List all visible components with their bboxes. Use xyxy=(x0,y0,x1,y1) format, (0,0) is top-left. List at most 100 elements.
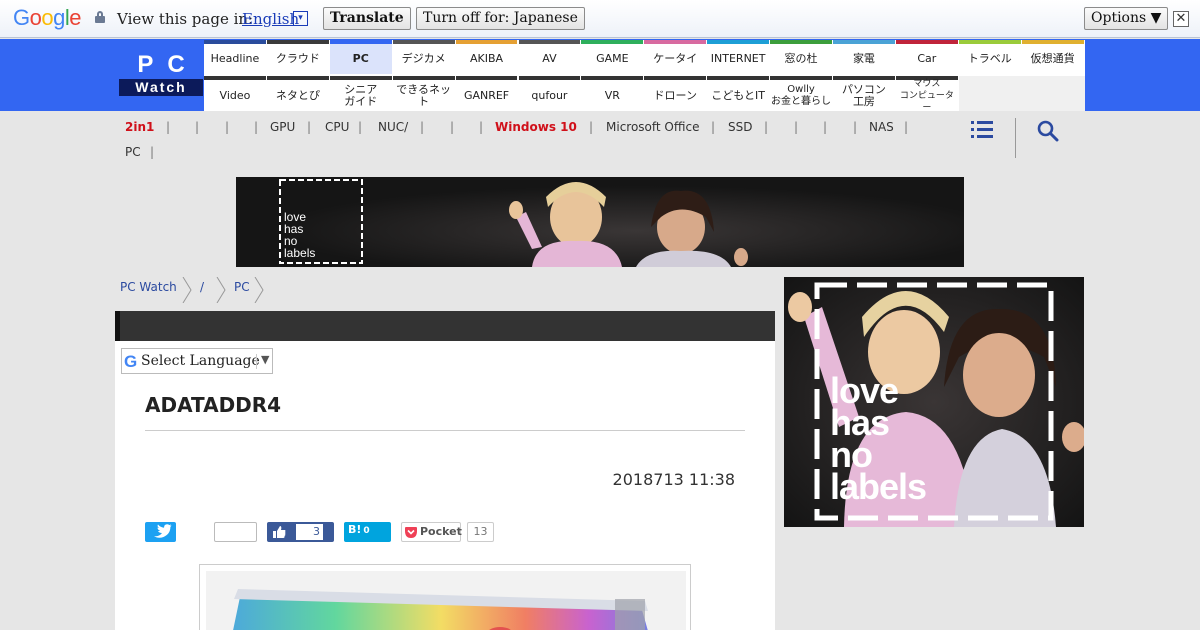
nav-tab-4[interactable]: AKIBA xyxy=(455,40,518,74)
subnav-link-5[interactable]: CPU xyxy=(325,120,349,134)
nav-tab-11[interactable]: Car xyxy=(895,40,958,74)
nav-subtab-2[interactable]: シニア ガイド xyxy=(329,76,392,111)
banner-ad[interactable]: love has no labels xyxy=(236,177,964,267)
subnav-link-0[interactable]: 2in1 xyxy=(125,120,154,134)
nav-subtab-11[interactable]: マウス コンピューター xyxy=(895,76,958,113)
language-link[interactable]: English xyxy=(242,10,299,28)
article-title: ADATADDR4 xyxy=(145,393,282,417)
thumbs-up-icon xyxy=(273,526,286,538)
breadcrumb-item[interactable]: / xyxy=(200,280,204,294)
divider xyxy=(1015,118,1016,158)
subnav-separator: | xyxy=(479,120,484,134)
close-icon[interactable]: ✕ xyxy=(1173,11,1189,27)
facebook-count: 3 xyxy=(296,524,323,540)
lock-icon xyxy=(95,11,105,23)
select-language-label: Select Language xyxy=(141,353,260,369)
google-translate-bar: Google View this page in: English ▾ Tran… xyxy=(0,0,1200,38)
subnav-separator: | xyxy=(853,120,858,134)
subnav-separator: | xyxy=(225,120,230,134)
breadcrumb-chevron-icon xyxy=(216,277,226,303)
nav-subtab-4[interactable]: GANREF xyxy=(455,76,518,111)
nav-subtab-8[interactable]: こどもとIT xyxy=(707,76,770,111)
nav-subtab-1[interactable]: ネタとぴ xyxy=(266,76,329,111)
nav-tab-8[interactable]: INTERNET xyxy=(707,40,770,74)
social-share-bar: 3 B! 0 Pocket 13 xyxy=(145,522,505,544)
subnav-link-row2-0[interactable]: PC xyxy=(125,145,141,159)
menu-icon[interactable] xyxy=(971,121,993,139)
nav-tab-13[interactable]: 仮想通貨 xyxy=(1021,40,1084,74)
facebook-like-button[interactable]: 3 xyxy=(267,522,334,542)
article: G Select Language ▼ ADATADDR4 2018713 11… xyxy=(115,311,775,630)
logo-pc-text: PC xyxy=(137,51,199,78)
hatena-label: B! xyxy=(348,523,362,536)
site-nav: Headline クラウド PC デジカメ AKIBA AV GAME ケータイ INTERNE… xyxy=(204,40,1085,113)
pc-watch-logo[interactable]: PC Watch xyxy=(119,52,203,96)
subnav-separator: | xyxy=(358,120,363,134)
nav-tab-0[interactable]: Headline xyxy=(204,40,266,74)
nav-filler xyxy=(958,76,1085,111)
nav-subtab-0[interactable]: Video xyxy=(204,76,266,111)
google-logo: Google xyxy=(13,5,82,30)
language-dropdown-icon[interactable]: ▾ xyxy=(293,11,308,26)
article-datetime: 2018713 11:38 xyxy=(612,470,735,489)
subnav-link-15[interactable]: NAS xyxy=(869,120,894,134)
nav-subtab-6[interactable]: VR xyxy=(581,76,644,111)
divider xyxy=(145,430,745,431)
pocket-label: Pocket xyxy=(420,525,462,538)
nav-tab-9[interactable]: 窓の杜 xyxy=(770,40,832,74)
category-subnav: 2in1 | | | | GPU | CPU | NUC/ | | | Windows 10 | Micros… xyxy=(0,111,1200,166)
subnav-link-4[interactable]: GPU xyxy=(270,120,295,134)
subnav-link-11[interactable]: SSD xyxy=(728,120,752,134)
nav-tab-1[interactable]: クラウド xyxy=(266,40,329,74)
article-image[interactable] xyxy=(199,564,691,630)
nav-tab-2[interactable]: PC xyxy=(329,40,392,74)
twitter-share-button[interactable] xyxy=(145,522,176,542)
twitter-icon xyxy=(154,524,172,538)
options-button[interactable]: Options ▼ xyxy=(1084,7,1169,30)
subnav-separator: | xyxy=(589,120,594,134)
subnav-separator: | xyxy=(420,120,425,134)
nav-tab-6[interactable]: GAME xyxy=(581,40,644,74)
subnav-separator: | xyxy=(254,120,259,134)
subnav-separator: | xyxy=(307,120,312,134)
subnav-separator: | xyxy=(195,120,200,134)
translate-button[interactable]: Translate xyxy=(323,7,411,30)
ad-slogan: love has no labels xyxy=(284,210,316,260)
nav-tab-7[interactable]: ケータイ xyxy=(644,40,707,74)
google-g-icon: G xyxy=(124,352,138,371)
nav-tab-12[interactable]: トラベル xyxy=(958,40,1021,74)
subnav-separator: | xyxy=(764,120,769,134)
ad-slogan: love has no labels xyxy=(830,370,927,507)
breadcrumb-chevron-icon xyxy=(254,277,264,303)
turn-off-button[interactable]: Turn off for: Japanese xyxy=(416,7,585,30)
subnav-link-6[interactable]: NUC/ xyxy=(378,120,408,134)
sidebar-ad[interactable]: love has no labels xyxy=(784,277,1084,527)
nav-subtab-9[interactable]: Owlly お金と暮らし xyxy=(770,76,832,111)
nav-subtab-5[interactable]: qufour xyxy=(518,76,581,111)
hatena-count: 0 xyxy=(363,526,370,536)
nav-subtab-7[interactable]: ドローン xyxy=(644,76,707,111)
nav-subtab-10[interactable]: パソコン 工房 xyxy=(833,76,895,111)
subnav-link-10[interactable]: Microsoft Office xyxy=(606,120,699,134)
breadcrumb-home[interactable]: PC Watch xyxy=(120,280,177,294)
hatena-bookmark-button[interactable]: B! 0 xyxy=(344,522,391,542)
search-icon[interactable] xyxy=(1037,120,1059,142)
pocket-button[interactable]: Pocket xyxy=(401,522,462,542)
subnav-separator: | xyxy=(166,120,171,134)
nav-subtab-3[interactable]: できるネット xyxy=(392,76,455,111)
subnav-separator: | xyxy=(711,120,716,134)
nav-tab-3[interactable]: デジカメ xyxy=(392,40,455,74)
subnav-separator: | xyxy=(823,120,828,134)
chevron-down-icon: ▼ xyxy=(261,353,270,366)
breadcrumb-current[interactable]: PC xyxy=(234,280,250,294)
article-header-bar xyxy=(115,311,775,341)
logo-watch-text: Watch xyxy=(119,79,203,96)
select-language-dropdown[interactable]: G Select Language ▼ xyxy=(121,348,273,374)
nav-tab-5[interactable]: AV xyxy=(518,40,581,74)
subnav-link-9[interactable]: Windows 10 xyxy=(495,120,577,134)
pocket-count: 13 xyxy=(467,522,494,542)
pocket-icon xyxy=(405,527,417,538)
subnav-separator: | xyxy=(150,145,155,159)
subnav-separator: | xyxy=(794,120,799,134)
nav-tab-10[interactable]: 家電 xyxy=(833,40,895,74)
